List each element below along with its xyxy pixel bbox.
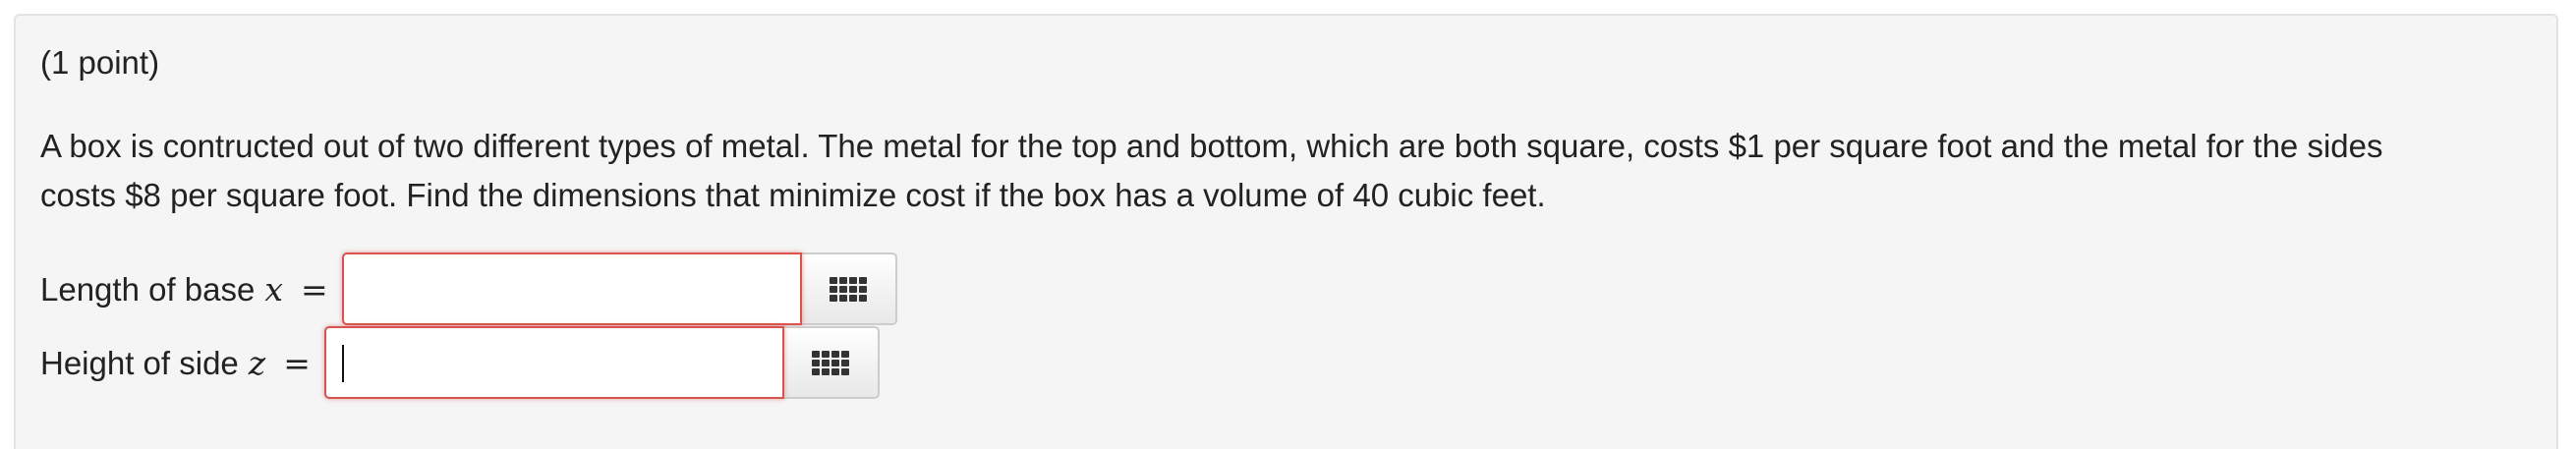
problem-statement-line: costs $8 per square foot. Find the dimen… <box>40 177 1546 213</box>
answer-label-length-of-base: Length of base x = <box>40 270 342 309</box>
equation-palette-button-z[interactable] <box>783 326 880 399</box>
grid-icon <box>830 276 868 302</box>
variable-z: z <box>248 343 266 382</box>
answer-label-text: Height of side <box>40 344 239 381</box>
points-label: (1 point) <box>40 44 160 81</box>
length-of-base-input[interactable] <box>341 253 802 325</box>
answer-label-text: Length of base <box>40 270 256 308</box>
equation-palette-button-x[interactable] <box>801 253 897 325</box>
answer-label-height-of-side: Height of side z = <box>40 344 324 382</box>
answer-row-length-of-base: Length of base x = <box>40 253 897 325</box>
variable-x: x <box>264 269 283 309</box>
problem-statement-line: A box is contructed out of two different… <box>40 128 2383 164</box>
text-caret <box>341 345 344 382</box>
problem-statement: A box is contructed out of two different… <box>40 122 2547 220</box>
answer-row-height-of-side: Height of side z = <box>40 326 880 399</box>
grid-icon <box>812 350 850 375</box>
equals-sign: = <box>300 269 328 309</box>
height-of-side-input[interactable] <box>323 326 784 399</box>
equals-sign: = <box>283 343 311 382</box>
